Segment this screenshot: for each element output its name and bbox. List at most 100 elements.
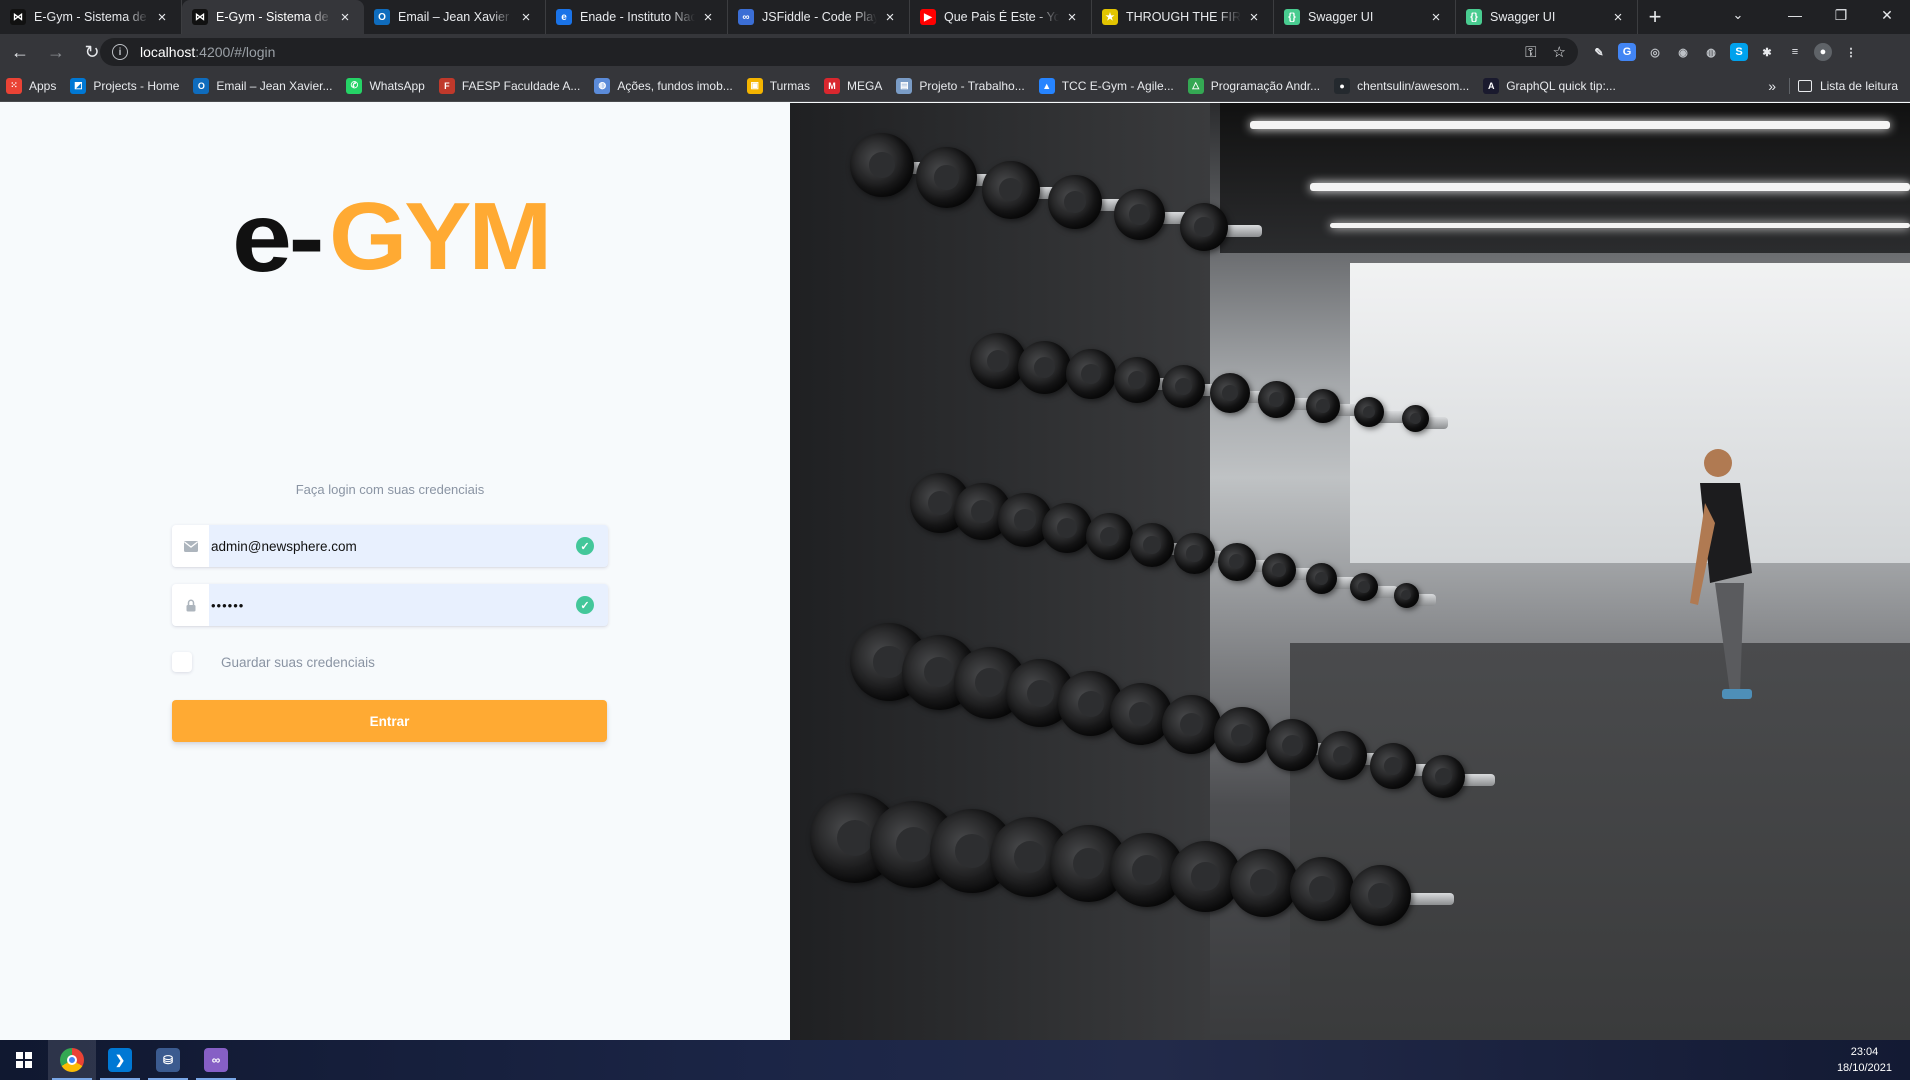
tab-close-icon[interactable]: × [699, 8, 717, 26]
login-submit-button[interactable]: Entrar [172, 700, 607, 742]
tab-title: Que Pais É Este - YouTube [944, 10, 1059, 24]
tab-close-icon[interactable]: × [517, 8, 535, 26]
dumbbell-plate [1066, 349, 1116, 399]
bookmark-item[interactable]: O Email – Jean Xavier... [193, 77, 333, 94]
translate-icon[interactable]: G [1618, 43, 1636, 61]
jsfiddle-icon: ∞ [738, 9, 754, 25]
tab-close-icon[interactable]: × [336, 8, 354, 26]
bookmark-star-icon[interactable]: ☆ [1553, 43, 1566, 61]
system-clock[interactable]: 23:04 18/10/2021 [1837, 1040, 1892, 1080]
browser-tab[interactable]: ★ THROUGH THE FIRE AND FLAMES × [1092, 0, 1274, 34]
site-info-icon[interactable]: i [112, 44, 128, 60]
media-queue-icon[interactable]: ≡ [1786, 43, 1804, 61]
bookmark-label: MEGA [846, 78, 883, 93]
browser-tab[interactable]: {} Swagger UI × [1274, 0, 1456, 34]
dumbbell-plate [916, 147, 977, 208]
bookmark-item[interactable]: ▲ TCC E-Gym - Agile... [1038, 77, 1174, 94]
dumbbell-plate [1258, 381, 1295, 418]
taskbar-chrome[interactable] [48, 1040, 96, 1080]
tab-close-icon[interactable]: × [1427, 8, 1445, 26]
jira-icon: ▲ [1038, 77, 1055, 94]
email-input[interactable] [209, 525, 576, 567]
start-button[interactable] [0, 1040, 48, 1080]
bookmark-item[interactable]: F FAESP Faculdade A... [438, 77, 580, 94]
tab-search-chevron-icon[interactable]: ⌄ [1718, 0, 1758, 30]
remember-label[interactable]: Guardar suas credenciais [221, 655, 375, 670]
bookmark-item[interactable]: △ Programação Andr... [1187, 77, 1320, 94]
ublock-icon[interactable]: ◉ [1674, 43, 1692, 61]
dumbbell-plate [1306, 389, 1340, 423]
remember-checkbox[interactable] [172, 652, 192, 672]
tab-close-icon[interactable]: × [1063, 8, 1081, 26]
bowtie-icon: ⋈ [10, 9, 26, 25]
tab-close-icon[interactable]: × [153, 8, 171, 26]
menu-kebab-icon[interactable]: ⋮ [1842, 43, 1860, 61]
dumbbell-plate [1210, 373, 1250, 413]
bookmark-item[interactable]: ◩ Projects - Home [70, 77, 180, 94]
tab-close-icon[interactable]: × [1609, 8, 1627, 26]
puzzle-extensions-icon[interactable]: ✱ [1758, 43, 1776, 61]
bookmark-item[interactable]: ▣ Turmas [746, 77, 810, 94]
address-bar[interactable]: i localhost:4200/#/login ⚿ ☆ [100, 38, 1578, 66]
password-input[interactable]: •••••• [209, 598, 576, 613]
skype-icon[interactable]: S [1730, 43, 1748, 61]
bookmark-item[interactable]: A GraphQL quick tip:... [1483, 77, 1616, 94]
browser-tab[interactable]: ⋈ E-Gym - Sistema de gestão × [0, 0, 182, 34]
browser-tab[interactable]: e Enade - Instituto Nacional × [546, 0, 728, 34]
dumbbell-plate [982, 161, 1040, 219]
tab-title: THROUGH THE FIRE AND FLAMES [1126, 10, 1241, 24]
clock-time: 23:04 [1850, 1046, 1879, 1058]
restore-icon[interactable]: ❐ [1818, 0, 1864, 30]
taskbar-vscode[interactable]: ❯ [96, 1040, 144, 1080]
browser-tab[interactable]: {} Swagger UI × [1456, 0, 1638, 34]
bookmark-label: Projeto - Trabalho... [919, 78, 1025, 93]
bookmark-label: Projects - Home [93, 78, 180, 93]
browser-tab[interactable]: ▶ Que Pais É Este - YouTube × [910, 0, 1092, 34]
vscode-icon: ❯ [108, 1048, 132, 1072]
taskbar-visual-studio[interactable]: ∞ [192, 1040, 240, 1080]
new-tab-button[interactable]: + [1638, 0, 1672, 34]
dumbbell-plate [1218, 543, 1256, 581]
dumbbell-plate [1306, 563, 1338, 595]
login-subtitle: Faça login com suas credenciais [295, 482, 485, 497]
browser-tab[interactable]: O Email – Jean Xavier – Outlook × [364, 0, 546, 34]
tab-title: Swagger UI [1490, 10, 1556, 24]
bookmark-item[interactable]: ⁙ Apps [6, 77, 56, 94]
bookmarks-overflow-icon[interactable]: » [1768, 70, 1776, 102]
bookmark-item[interactable]: ▤ Projeto - Trabalho... [896, 77, 1025, 94]
eyedropper-icon[interactable]: ✎ [1590, 43, 1608, 61]
browser-tab[interactable]: ⋈ E-Gym - Sistema de gestão × [182, 0, 364, 34]
dumbbell-plate [1130, 523, 1174, 567]
dumbbell-plate [850, 133, 914, 197]
bookmark-item[interactable]: M MEGA [823, 77, 883, 94]
tab-title: JSFiddle - Code Playground [762, 10, 877, 24]
profile-avatar-icon[interactable]: ● [1814, 43, 1832, 61]
close-window-icon[interactable]: ✕ [1864, 0, 1910, 30]
classroom-icon: ▣ [746, 77, 763, 94]
compass-icon[interactable]: ◎ [1646, 43, 1664, 61]
password-valid-check-icon: ✓ [576, 596, 594, 614]
globe-extension-icon[interactable]: ◍ [1702, 43, 1720, 61]
reading-list-icon [1797, 80, 1812, 92]
reading-list-button[interactable]: Lista de leitura [1797, 70, 1898, 102]
back-arrow-icon[interactable]: ← [4, 36, 36, 68]
extension-icons: ✎ G ◎ ◉ ◍ S ✱ ≡ ● ⋮ [1590, 34, 1860, 70]
key-icon[interactable]: ⚿ [1525, 44, 1536, 61]
tab-title: E-Gym - Sistema de gestão [34, 10, 149, 24]
tab-close-icon[interactable]: × [1245, 8, 1263, 26]
browser-tab[interactable]: ∞ JSFiddle - Code Playground × [728, 0, 910, 34]
bookmark-item[interactable]: ◍ Ações, fundos imob... [594, 77, 733, 94]
tab-close-icon[interactable]: × [881, 8, 899, 26]
browser-toolbar: ← → ↻ i localhost:4200/#/login ⚿ ☆ ✎ G ◎… [0, 34, 1910, 70]
bookmark-item[interactable]: ● chentsulin/awesom... [1334, 77, 1469, 94]
database-tool-icon: ⛁ [156, 1048, 180, 1072]
faesp-icon: F [438, 77, 455, 94]
bookmark-label: Email – Jean Xavier... [216, 78, 333, 93]
forward-arrow-icon[interactable]: → [40, 36, 72, 68]
dumbbell-plate [1422, 755, 1465, 798]
taskbar-sql-tool[interactable]: ⛁ [144, 1040, 192, 1080]
youtube-icon: ▶ [920, 9, 936, 25]
bookmark-item[interactable]: ✆ WhatsApp [346, 77, 425, 94]
minimize-icon[interactable]: — [1772, 0, 1818, 30]
url-host: localhost [140, 44, 196, 60]
